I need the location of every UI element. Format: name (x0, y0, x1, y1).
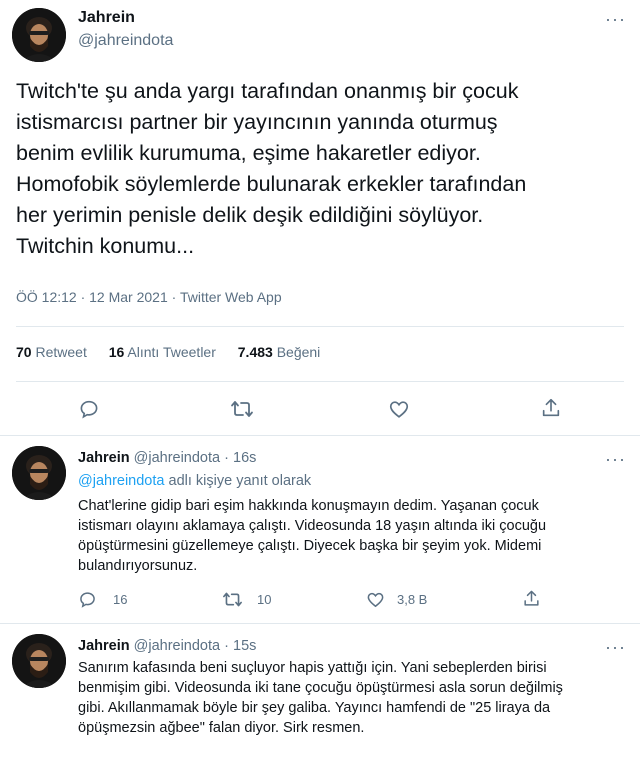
reply-tweet[interactable]: Jahrein @jahreindota · 15s ··· Sanırım k… (0, 624, 640, 758)
replying-to-label: adlı kişiye yanıt olarak (168, 473, 312, 489)
display-name[interactable]: Jahrein (78, 450, 130, 466)
tweet-text: Twitch'te şu anda yargı tarafından onanm… (16, 79, 527, 258)
user-handle[interactable]: @jahreindota (78, 32, 173, 50)
reply-button[interactable]: 16 (78, 590, 127, 609)
share-button[interactable] (540, 397, 562, 419)
like-button[interactable]: 3,8 B (366, 590, 427, 609)
avatar[interactable] (12, 8, 66, 62)
reply-text-line: öpüştürmesini güzellemeye çalıştı. Diyec… (78, 538, 542, 554)
reply-tweet[interactable]: Jahrein @jahreindota · 16s ··· @jahreind… (0, 436, 640, 624)
retweet-icon (223, 592, 242, 607)
share-icon (542, 398, 560, 417)
reply-text: Chat'lerine gidip bari eşim hakkında kon… (78, 496, 628, 576)
avatar-image (12, 446, 66, 500)
user-handle[interactable]: @jahreindota (134, 638, 220, 654)
retweet-button[interactable] (230, 398, 254, 420)
like-icon (389, 401, 409, 418)
divider (16, 381, 624, 382)
reply-count: 16 (113, 592, 128, 607)
share-button[interactable] (522, 589, 541, 608)
reply-text: Sanırım kafasında beni suçluyor hapis ya… (78, 658, 628, 738)
more-options-icon[interactable]: ··· (605, 450, 626, 468)
reply-icon (80, 400, 98, 419)
reply-text-line: istismarı olayını aklamaya çalıştı. Vide… (78, 518, 547, 534)
retweet-stat[interactable]: 70 Retweet (16, 344, 87, 360)
divider (16, 326, 624, 327)
tweet-stats: 70 Retweet 16 Alıntı Tweetler 7.483 Beğe… (16, 344, 320, 360)
separator: · (224, 450, 229, 466)
reply-text-line: gibi. Akıllanmamak böyle bir şey galiba.… (78, 700, 551, 716)
replying-to: @jahreindota adlı kişiye yanıt olarak (78, 473, 311, 489)
avatar[interactable] (12, 446, 66, 500)
retweet-button[interactable]: 10 (222, 590, 271, 609)
replying-to-link[interactable]: @jahreindota (78, 473, 164, 489)
reply-button[interactable] (78, 398, 100, 420)
like-icon (367, 592, 384, 608)
share-icon (524, 590, 539, 606)
reply-header: Jahrein @jahreindota · 16s (78, 450, 256, 466)
reply-header: Jahrein @jahreindota · 15s (78, 638, 256, 654)
avatar-image (12, 634, 66, 688)
avatar[interactable] (12, 634, 66, 688)
reply-text-line: Sanırım kafasında beni suçluyor hapis ya… (78, 660, 547, 676)
separator: · (224, 638, 229, 654)
tweet-timestamp[interactable]: ÖÖ 12:12 · 12 Mar 2021 · Twitter Web App (16, 289, 282, 305)
reply-text-line: bulandırıyorsunuz. (78, 558, 198, 574)
like-count: 3,8 B (397, 592, 428, 607)
like-button[interactable] (388, 398, 410, 420)
more-options-icon[interactable]: ··· (605, 10, 626, 28)
tweet-time[interactable]: 15s (233, 638, 256, 654)
avatar-image (12, 8, 66, 62)
reply-text-line: Chat'lerine gidip bari eşim hakkında kon… (78, 498, 539, 514)
user-handle[interactable]: @jahreindota (134, 450, 220, 466)
retweet-icon (231, 401, 253, 417)
reply-text-line: öpüşmezsin ağbee" falan diyor. Sirk resm… (78, 720, 365, 736)
like-stat[interactable]: 7.483 Beğeni (238, 344, 321, 360)
more-options-icon[interactable]: ··· (605, 638, 626, 656)
reply-text-line: benmişim gibi. Videosunda iki tane çocuğ… (78, 680, 563, 696)
reply-icon (80, 592, 95, 608)
main-tweet: Jahrein @jahreindota ··· Twitch'te şu an… (0, 0, 640, 436)
tweet-time[interactable]: 16s (233, 450, 256, 466)
display-name[interactable]: Jahrein (78, 9, 135, 27)
quote-stat[interactable]: 16 Alıntı Tweetler (109, 344, 216, 360)
retweet-count: 10 (257, 592, 272, 607)
display-name[interactable]: Jahrein (78, 638, 130, 654)
